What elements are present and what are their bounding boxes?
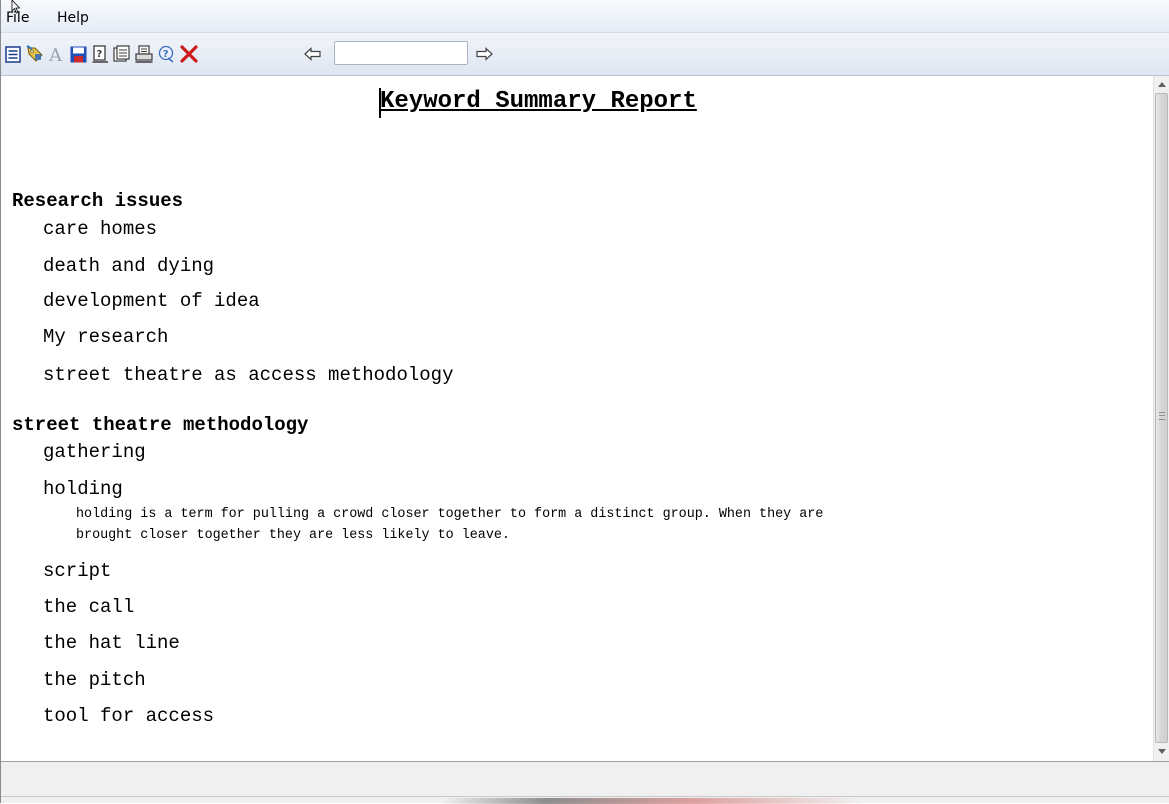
save-icon (70, 46, 86, 62)
keyword-item: holding (43, 478, 123, 500)
scroll-grip-icon (1159, 412, 1165, 420)
help-button[interactable]: ? (158, 45, 176, 63)
scroll-down-button[interactable] (1154, 743, 1169, 760)
forward-button[interactable] (475, 45, 493, 63)
keyword-item: the call (43, 596, 135, 618)
navigation-input[interactable] (334, 41, 468, 65)
vertical-scrollbar[interactable] (1153, 76, 1169, 761)
keyword-tag-button[interactable] (26, 45, 44, 63)
notes-icon (113, 45, 130, 62)
menu-bar: File Help (1, 0, 1169, 33)
toolbar: A ? ? (1, 33, 1169, 76)
keyword-tag-icon (26, 45, 43, 62)
application-window: File Help A ? ? Keyword Summary Report R… (0, 0, 1169, 804)
save-button[interactable] (69, 45, 87, 63)
svg-text:A: A (48, 45, 63, 63)
arrow-right-icon (476, 47, 493, 61)
report-content[interactable]: Keyword Summary Report Research issues c… (1, 76, 1153, 761)
keyword-item: tool for access (43, 705, 215, 727)
svg-text:?: ? (96, 49, 102, 60)
status-bar (1, 761, 1169, 804)
font-icon: A (48, 45, 63, 63)
close-report-button[interactable] (180, 45, 198, 63)
chevron-down-icon (1158, 749, 1166, 754)
keyword-item: development of idea (43, 290, 260, 312)
keyword-item: script (43, 560, 112, 582)
font-button[interactable]: A (47, 45, 65, 63)
keyword-item: death and dying (43, 255, 215, 277)
status-divider (1, 796, 1169, 797)
keyword-item: the pitch (43, 669, 146, 691)
keyword-note-line: brought closer together they are less li… (76, 528, 510, 543)
close-icon (180, 45, 198, 63)
report-list-button[interactable] (4, 45, 22, 63)
help-book-button[interactable]: ? (91, 45, 109, 63)
report-title: Keyword Summary Report (380, 88, 697, 115)
scroll-up-button[interactable] (1154, 76, 1169, 93)
report-list-icon (5, 45, 21, 63)
mouse-cursor-icon (11, 0, 21, 14)
print-button[interactable] (135, 45, 153, 63)
keyword-item: street theatre as access methodology (43, 364, 454, 386)
back-button[interactable] (304, 45, 322, 63)
keyword-item: My research (43, 326, 169, 348)
print-icon (135, 45, 153, 63)
notes-button[interactable] (113, 45, 131, 63)
category-heading: street theatre methodology (12, 414, 309, 436)
arrow-left-icon (304, 47, 321, 61)
help-icon: ? (158, 45, 174, 63)
help-book-icon: ? (92, 45, 108, 63)
menu-help[interactable]: Help (57, 10, 89, 26)
keyword-note-line: holding is a term for pulling a crowd cl… (76, 507, 824, 522)
category-heading: Research issues (12, 190, 184, 212)
keyword-note: holding is a term for pulling a crowd cl… (76, 504, 1136, 546)
keyword-item: gathering (43, 441, 146, 463)
keyword-item: care homes (43, 218, 158, 240)
taskbar-shadow (441, 798, 861, 804)
scroll-thumb[interactable] (1155, 93, 1168, 743)
keyword-item: the hat line (43, 632, 180, 654)
chevron-up-icon (1158, 82, 1166, 87)
